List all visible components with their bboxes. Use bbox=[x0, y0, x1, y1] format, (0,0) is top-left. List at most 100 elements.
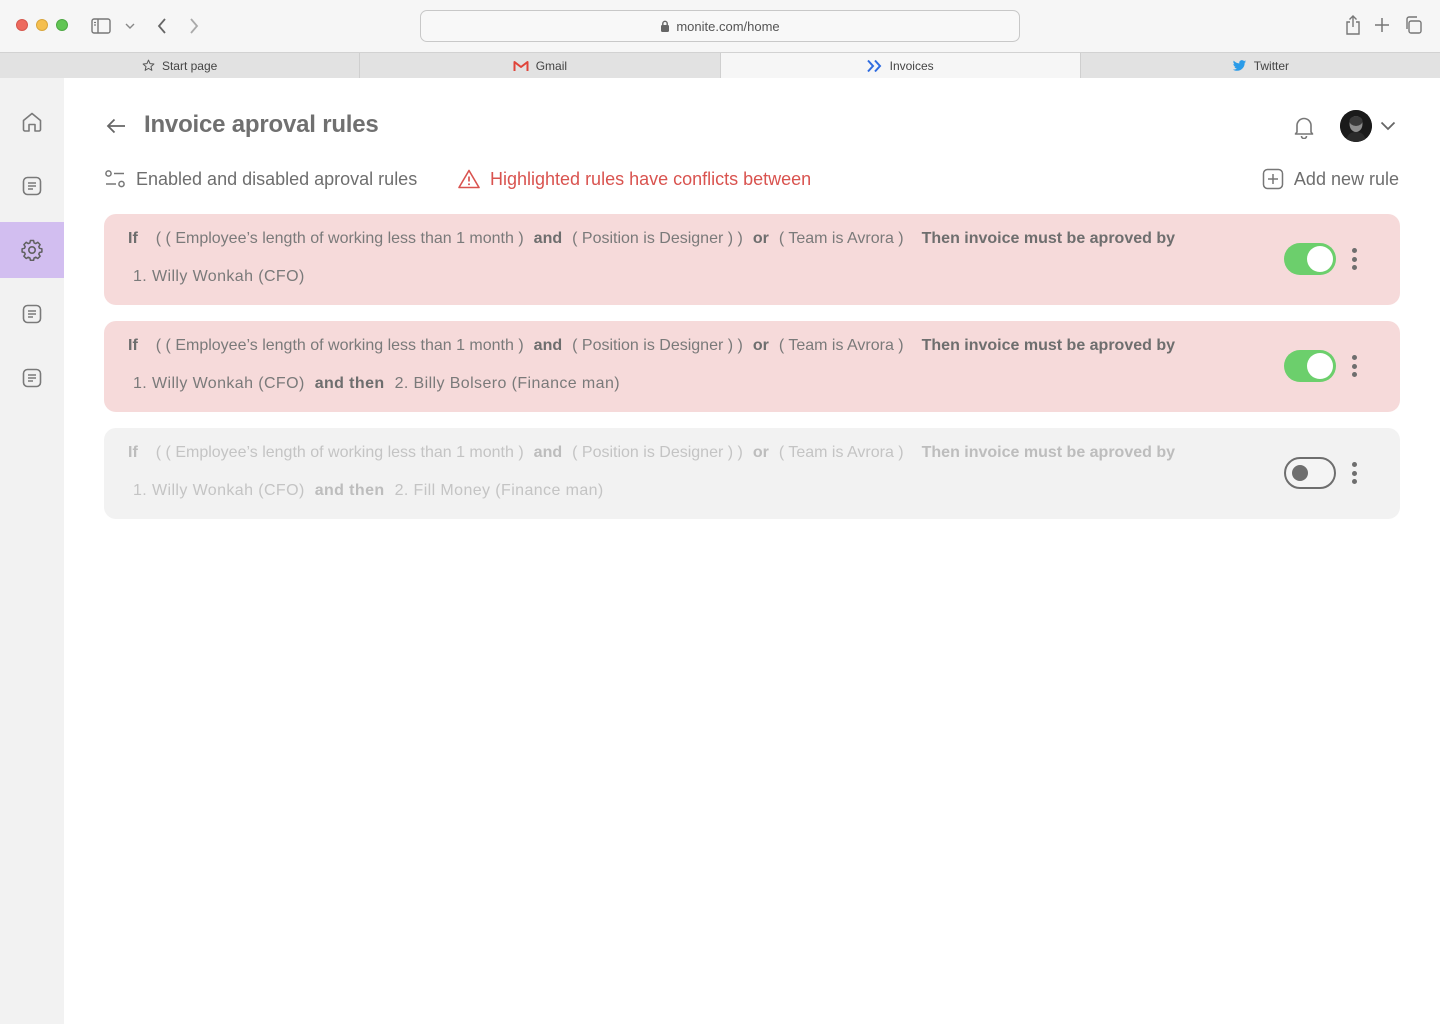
page-title: Invoice aproval rules bbox=[144, 111, 379, 138]
rule-approver-join: and then bbox=[314, 375, 385, 392]
tab-label: Gmail bbox=[535, 58, 568, 73]
twitter-icon bbox=[1232, 59, 1246, 71]
rule-operator: and bbox=[533, 444, 563, 461]
rule-then-clause: Then invoice must be aproved by bbox=[921, 230, 1176, 247]
conflict-label: Highlighted rules have conflicts between bbox=[490, 168, 812, 189]
warning-icon bbox=[458, 169, 480, 189]
rule-condition: ( Position is Designer ) ) bbox=[572, 444, 743, 461]
rule-enabled-toggle[interactable] bbox=[1284, 457, 1336, 489]
document-icon bbox=[22, 304, 42, 324]
notifications-button[interactable] bbox=[1290, 113, 1318, 141]
filter-toggles-icon bbox=[105, 170, 125, 188]
rule-condition: ( ( Employee’s length of working less th… bbox=[155, 444, 524, 461]
more-options-icon[interactable] bbox=[1352, 461, 1357, 485]
filter-label: Enabled and disabled aproval rules bbox=[136, 168, 418, 189]
rule-card[interactable]: If ( ( Employee’s length of working less… bbox=[104, 321, 1400, 412]
new-tab-icon[interactable] bbox=[1372, 15, 1392, 35]
sidebar-item-home[interactable] bbox=[0, 94, 64, 150]
rule-operator: or bbox=[752, 337, 769, 354]
window-close-button[interactable] bbox=[16, 19, 28, 31]
rule-approver: 1. Willy Wonkah (CFO) bbox=[133, 375, 305, 392]
add-rule-label: Add new rule bbox=[1293, 168, 1399, 189]
conflict-warning: Highlighted rules have conflicts between bbox=[458, 166, 811, 192]
rule-conditions: If ( ( Employee’s length of working less… bbox=[128, 444, 1175, 462]
document-icon bbox=[22, 368, 42, 388]
sidebar-item-reports[interactable] bbox=[0, 286, 64, 342]
tab-bar: Start page Gmail Invoices Twitter bbox=[0, 52, 1440, 78]
rules-filter[interactable]: Enabled and disabled aproval rules bbox=[104, 166, 417, 192]
star-icon bbox=[142, 59, 155, 71]
home-icon bbox=[22, 112, 42, 132]
share-icon[interactable] bbox=[1342, 13, 1364, 37]
address-bar[interactable]: monite.com/home bbox=[420, 10, 1020, 42]
rule-approvers: 1. Willy Wonkah (CFO) bbox=[133, 268, 305, 286]
account-menu-toggle[interactable] bbox=[1378, 116, 1398, 136]
url-text: monite.com/home bbox=[676, 18, 780, 34]
forward-nav-icon[interactable] bbox=[184, 15, 204, 37]
tab-start-page[interactable]: Start page bbox=[0, 53, 361, 78]
arrow-left-icon bbox=[106, 118, 125, 134]
tab-label: Twitter bbox=[1253, 58, 1290, 73]
rule-enabled-toggle[interactable] bbox=[1284, 243, 1336, 275]
main-content: Invoice aproval rules Enabled and disabl… bbox=[64, 78, 1440, 1024]
user-avatar-image bbox=[1340, 110, 1372, 142]
tab-gmail[interactable]: Gmail bbox=[360, 53, 721, 78]
tab-label: Start page bbox=[161, 58, 218, 73]
document-icon bbox=[22, 176, 42, 196]
sidebar-item-documents[interactable] bbox=[0, 158, 64, 214]
chevron-down-icon[interactable] bbox=[122, 18, 138, 34]
rule-operator: or bbox=[752, 444, 769, 461]
tab-twitter[interactable]: Twitter bbox=[1080, 53, 1440, 78]
browser-titlebar: monite.com/home bbox=[0, 0, 1440, 52]
back-button[interactable] bbox=[104, 114, 128, 138]
rule-then-clause: Then invoice must be aproved by bbox=[921, 444, 1176, 461]
rule-condition: ( Team is Avrora ) bbox=[778, 444, 904, 461]
rule-approvers: 1. Willy Wonkah (CFO) and then 2. Billy … bbox=[133, 375, 620, 393]
add-rule-button[interactable]: Add new rule bbox=[1262, 166, 1399, 192]
sidebar-toggle-icon[interactable] bbox=[90, 16, 112, 36]
app-sidebar bbox=[0, 78, 64, 1024]
rule-condition: ( Position is Designer ) ) bbox=[572, 230, 743, 247]
gear-icon bbox=[21, 239, 43, 262]
rule-if-keyword: If bbox=[128, 444, 138, 461]
rule-then-clause: Then invoice must be aproved by bbox=[921, 337, 1176, 354]
rule-operator: and bbox=[533, 337, 563, 354]
rule-approver: 2. Billy Bolsero (Finance man) bbox=[394, 375, 620, 392]
rule-approver-join: and then bbox=[314, 482, 385, 499]
window-zoom-button[interactable] bbox=[56, 19, 68, 31]
rule-conditions: If ( ( Employee’s length of working less… bbox=[128, 337, 1175, 355]
rule-approver: 1. Willy Wonkah (CFO) bbox=[133, 268, 305, 285]
rule-enabled-toggle[interactable] bbox=[1284, 350, 1336, 382]
rule-card[interactable]: If ( ( Employee’s length of working less… bbox=[104, 214, 1400, 305]
rule-operator: and bbox=[533, 230, 563, 247]
rule-condition: ( ( Employee’s length of working less th… bbox=[155, 230, 524, 247]
rule-condition: ( Position is Designer ) ) bbox=[572, 337, 743, 354]
rule-if-keyword: If bbox=[128, 337, 138, 354]
tab-label: Invoices bbox=[889, 58, 934, 73]
monite-icon bbox=[866, 59, 881, 72]
rule-if-keyword: If bbox=[128, 230, 138, 247]
rule-conditions: If ( ( Employee’s length of working less… bbox=[128, 230, 1175, 248]
chevron-down-icon bbox=[1380, 121, 1396, 131]
plus-square-icon bbox=[1262, 168, 1284, 190]
rule-card[interactable]: If ( ( Employee’s length of working less… bbox=[104, 428, 1400, 519]
more-options-icon[interactable] bbox=[1352, 247, 1357, 271]
more-options-icon[interactable] bbox=[1352, 354, 1357, 378]
tab-invoices[interactable]: Invoices bbox=[720, 53, 1081, 78]
bell-icon bbox=[1294, 117, 1314, 139]
rule-approver: 1. Willy Wonkah (CFO) bbox=[133, 482, 305, 499]
tab-overview-icon[interactable] bbox=[1402, 14, 1424, 36]
rule-approver: 2. Fill Money (Finance man) bbox=[394, 482, 604, 499]
gmail-icon bbox=[513, 60, 529, 71]
rule-condition: ( Team is Avrora ) bbox=[778, 230, 904, 247]
back-nav-icon[interactable] bbox=[152, 15, 172, 37]
rule-condition: ( ( Employee’s length of working less th… bbox=[155, 337, 524, 354]
rule-condition: ( Team is Avrora ) bbox=[778, 337, 904, 354]
rule-operator: or bbox=[752, 230, 769, 247]
window-minimize-button[interactable] bbox=[36, 19, 48, 31]
sidebar-item-settings[interactable] bbox=[0, 222, 64, 278]
avatar[interactable] bbox=[1340, 110, 1372, 142]
lock-icon bbox=[661, 20, 670, 32]
rule-approvers: 1. Willy Wonkah (CFO) and then 2. Fill M… bbox=[133, 482, 604, 500]
sidebar-item-archive[interactable] bbox=[0, 350, 64, 406]
